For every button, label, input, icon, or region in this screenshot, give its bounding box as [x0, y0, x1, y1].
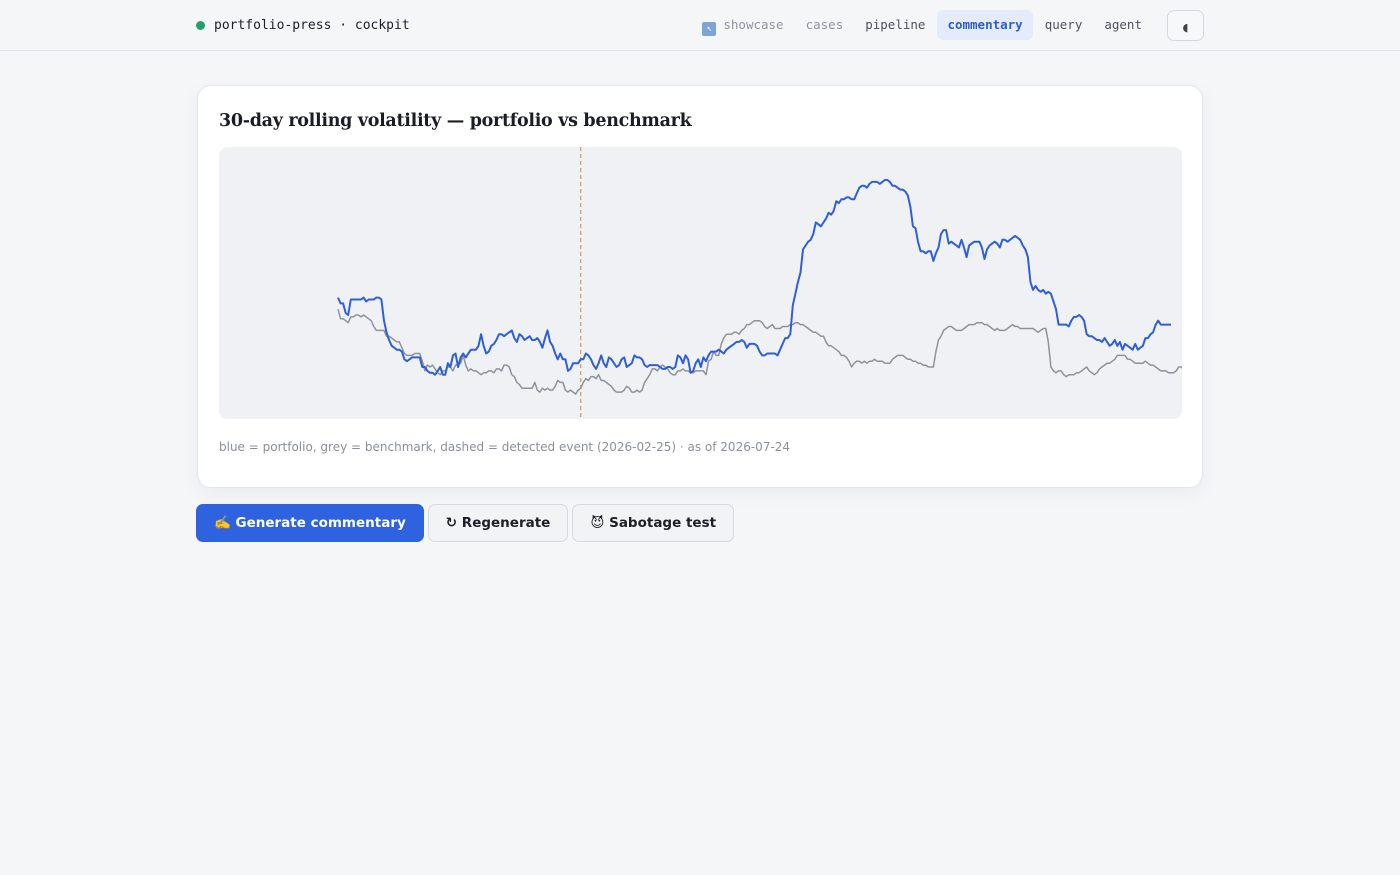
chart-svg	[337, 147, 1182, 417]
generate-commentary-button[interactable]: ✍️ Generate commentary	[196, 504, 424, 542]
volatility-chart	[219, 147, 1182, 419]
brand[interactable]: portfolio-press · cockpit	[196, 16, 410, 34]
pointer-arrow-icon: ↖	[702, 22, 717, 36]
tab-showcase[interactable]: ↖ showcase	[692, 10, 793, 40]
tab-cases[interactable]: cases	[796, 10, 854, 40]
sabotage-test-button[interactable]: 😈 Sabotage test	[572, 504, 735, 542]
main-nav: ↖ showcase cases pipeline commentary quer…	[690, 10, 1152, 40]
card-title: 30-day rolling volatility — portfolio vs…	[219, 111, 692, 131]
regenerate-button[interactable]: ↻ Regenerate	[427, 504, 569, 542]
status-dot-icon	[196, 20, 205, 30]
brand-label: portfolio-press · cockpit	[214, 17, 410, 33]
tab-label: showcase	[723, 17, 784, 32]
chart-caption: blue = portfolio, grey = benchmark, dash…	[219, 440, 791, 454]
tab-query[interactable]: query	[1035, 10, 1093, 40]
action-bar: ✍️ Generate commentary ↻ Regenerate 😈 Sa…	[196, 504, 738, 542]
theme-toggle-icon: ◖	[1182, 21, 1189, 34]
tab-agent[interactable]: agent	[1094, 10, 1152, 40]
volatility-card: 30-day rolling volatility — portfolio vs…	[197, 85, 1203, 488]
tab-commentary[interactable]: commentary	[937, 10, 1033, 40]
theme-toggle-button[interactable]: ◖	[1167, 10, 1204, 41]
top-bar: portfolio-press · cockpit ↖ showcase case…	[0, 0, 1400, 51]
tab-pipeline[interactable]: pipeline	[855, 10, 935, 40]
series-line-portfolio	[337, 179, 1171, 376]
